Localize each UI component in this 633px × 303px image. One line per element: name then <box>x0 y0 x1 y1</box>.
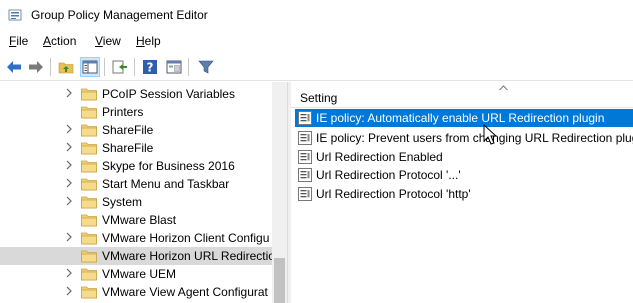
group-policy-app-icon <box>8 9 22 21</box>
setting-label: Url Redirection Protocol '...' <box>316 168 461 182</box>
tree-item-label: VMware Blast <box>102 213 177 227</box>
setting-label: IE policy: Prevent users from changing U… <box>316 131 633 145</box>
tree-item-label: VMware View Agent Configurat <box>102 285 268 299</box>
folder-icon <box>81 195 97 209</box>
tree-item[interactable]: ShareFile <box>0 139 272 157</box>
policy-setting-icon <box>298 150 312 164</box>
chevron-right-icon[interactable] <box>65 196 75 208</box>
filter-icon <box>198 60 214 74</box>
tree-item-label: Printers <box>102 105 144 119</box>
folder-icon <box>81 231 97 245</box>
folder-icon <box>81 159 97 173</box>
tree-item[interactable]: System <box>0 193 272 211</box>
folder-icon <box>81 267 97 281</box>
forward-button[interactable] <box>26 57 46 77</box>
forward-arrow-icon <box>29 61 43 73</box>
tree-item[interactable]: Skype for Business 2016 <box>0 157 272 175</box>
policy-setting-icon <box>298 187 312 201</box>
chevron-right-icon[interactable] <box>65 286 75 298</box>
setting-row[interactable]: Url Redirection Enabled <box>295 148 633 166</box>
show-hide-console-tree-button[interactable] <box>80 57 100 77</box>
tree-item-label: Start Menu and Taskbar <box>102 177 230 191</box>
filter-button[interactable] <box>196 57 216 77</box>
menu-action[interactable]: Action <box>43 34 76 48</box>
tree-item[interactable]: PCoIP Session Variables <box>0 85 272 103</box>
setting-label: Url Redirection Enabled <box>316 150 443 164</box>
policy-setting-icon <box>298 131 312 145</box>
chevron-right-icon[interactable] <box>65 232 75 244</box>
export-list-button[interactable] <box>110 57 130 77</box>
menu-view[interactable]: View <box>95 34 121 48</box>
setting-label: IE policy: Automatically enable URL Redi… <box>316 111 605 125</box>
menu-help[interactable]: Help <box>136 34 161 48</box>
back-button[interactable] <box>4 57 24 77</box>
folder-icon <box>81 87 97 101</box>
window-title: Group Policy Management Editor <box>31 8 208 22</box>
tree-item[interactable]: VMware UEM <box>0 265 272 283</box>
help-icon: ? <box>143 60 157 75</box>
tree-item-label: VMware Horizon URL Redirectio <box>102 249 272 263</box>
scrollbar-thumb[interactable] <box>274 258 285 303</box>
folder-icon <box>81 177 97 191</box>
console-tree: PCoIP Session Variables Printers ShareFile… <box>0 82 287 303</box>
toolbar-separator <box>188 58 189 76</box>
title-bar: Group Policy Management Editor <box>0 0 633 31</box>
settings-list-pane: Setting IE policy: Automatically enable … <box>291 82 633 303</box>
show-hide-tree-icon <box>82 60 98 74</box>
back-arrow-icon <box>7 61 21 73</box>
folder-icon <box>81 123 97 137</box>
tree-item-label: System <box>102 195 143 209</box>
tree-item-label: Skype for Business 2016 <box>102 159 235 173</box>
setting-row[interactable]: Url Redirection Protocol 'http' <box>295 185 633 203</box>
setting-row[interactable]: IE policy: Automatically enable URL Redi… <box>295 109 633 127</box>
tree-item-label: ShareFile <box>102 123 154 137</box>
toolbar-separator <box>104 58 105 76</box>
menu-file[interactable]: File <box>9 34 28 48</box>
tree-item[interactable]: VMware Blast <box>0 211 272 229</box>
properties-button[interactable] <box>164 57 184 77</box>
column-header-label: Setting <box>300 91 338 105</box>
up-folder-icon <box>58 62 74 74</box>
folder-icon <box>81 249 97 263</box>
policy-setting-icon <box>298 111 312 125</box>
mouse-cursor-icon <box>483 124 498 145</box>
toolbar-separator <box>134 58 135 76</box>
setting-row[interactable]: Url Redirection Protocol '...' <box>295 166 633 184</box>
chevron-right-icon[interactable] <box>65 268 75 280</box>
policy-setting-icon <box>298 168 312 182</box>
tree-item-label: VMware Horizon Client Configu <box>102 231 270 245</box>
folder-icon <box>81 285 97 299</box>
svg-text:?: ? <box>147 61 154 75</box>
chevron-right-icon[interactable] <box>65 178 75 190</box>
tree-item[interactable]: VMware Horizon Client Configu <box>0 229 272 247</box>
help-button[interactable]: ? <box>140 57 160 77</box>
toolbar: ? <box>0 52 633 81</box>
tree-item[interactable]: VMware View Agent Configurat <box>0 283 272 301</box>
folder-icon <box>81 213 97 227</box>
sort-ascending-icon <box>499 85 508 91</box>
tree-item[interactable]: Printers <box>0 103 272 121</box>
tree-item-label: ShareFile <box>102 141 154 155</box>
chevron-right-icon[interactable] <box>65 160 75 172</box>
export-list-icon <box>112 60 127 74</box>
setting-row[interactable]: IE policy: Prevent users from changing U… <box>295 129 633 147</box>
setting-label: Url Redirection Protocol 'http' <box>316 187 471 201</box>
tree-item-label: PCoIP Session Variables <box>102 87 235 101</box>
tree-item[interactable]: VMware Horizon URL Redirectio <box>0 247 272 265</box>
column-header-setting[interactable]: Setting <box>291 82 633 108</box>
up-one-level-button[interactable] <box>56 57 76 77</box>
tree-item[interactable]: ShareFile <box>0 121 272 139</box>
chevron-right-icon[interactable] <box>65 142 75 154</box>
properties-icon <box>166 60 182 74</box>
menu-bar: File Action View Help <box>0 31 633 52</box>
toolbar-separator <box>50 58 51 76</box>
tree-vertical-scrollbar[interactable] <box>272 82 287 303</box>
folder-icon <box>81 141 97 155</box>
chevron-right-icon[interactable] <box>65 124 75 136</box>
folder-icon <box>81 105 97 119</box>
tree-item[interactable]: Start Menu and Taskbar <box>0 175 272 193</box>
chevron-right-icon[interactable] <box>65 88 75 100</box>
tree-item-label: VMware UEM <box>102 267 177 281</box>
